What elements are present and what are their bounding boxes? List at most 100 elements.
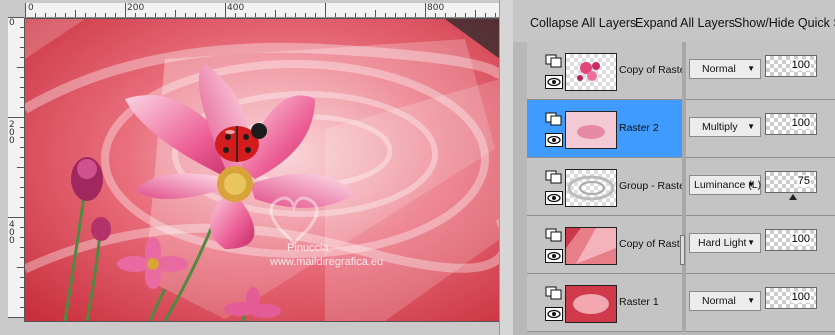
ruler-tick [215,13,216,17]
chevron-down-icon: ▼ [747,238,755,247]
blend-mode-select[interactable]: Multiply ▼ [689,117,761,137]
layer-group-icon[interactable] [545,112,563,126]
blend-mode-select[interactable]: Luminance (L) ▼ [689,175,761,195]
ruler-tick [115,13,116,17]
ruler-tick [385,13,386,17]
opacity-field[interactable]: 100 [765,229,817,251]
canvas-scroll-strip[interactable] [499,0,514,335]
layer-info[interactable]: Raster 2 [527,100,682,158]
ruler-tick [285,13,286,17]
ruler-tick [225,3,226,17]
ruler-tick [8,317,24,318]
layer-group-icon[interactable] [545,54,563,68]
layer-row[interactable]: Group - Raster 2 Luminance (L) ▼ 75 [513,158,835,216]
layers-toolbar: Collapse All Layers Expand All Layers Sh… [513,0,835,42]
opacity-value: 100 [790,233,811,245]
ruler-tick [375,10,376,17]
image-canvas[interactable]: Pinuccia www.maildiregrafica.eu [24,18,501,322]
layer-settings: Normal ▼ 100 [686,274,835,332]
ruler-label: 400 [227,3,245,13]
layer-thumbnail [565,227,617,265]
blend-mode-select[interactable]: Hard Light ▼ [689,233,761,253]
visibility-eye-icon[interactable] [545,249,563,263]
layer-thumbnail [565,285,617,323]
ruler-tick [155,13,156,17]
ruler-tick [305,13,306,17]
ruler-tick [465,13,466,17]
layer-row[interactable]: Raster 2 Multiply ▼ 100 [513,100,835,158]
vertical-ruler: 0 200 400 [8,17,25,318]
layer-group-icon[interactable] [545,228,563,242]
layers-panel: Collapse All Layers Expand All Layers Sh… [513,0,835,335]
opacity-value: 100 [790,117,811,129]
ruler-tick [255,13,256,17]
collapse-all-layers-button[interactable]: Collapse All Layers [530,16,636,30]
expand-all-layers-button[interactable]: Expand All Layers [635,16,735,30]
ruler-label: 0 [9,18,15,28]
opacity-field[interactable]: 100 [765,113,817,135]
ruler-tick [175,10,176,17]
ruler-tick [325,3,326,17]
ruler-tick [435,13,436,17]
ruler-tick [8,217,24,218]
layer-settings: Multiply ▼ 100 [686,100,835,158]
chevron-down-icon: ▼ [747,64,755,73]
ruler-tick [75,10,76,17]
opacity-field[interactable]: 100 [765,55,817,77]
ruler-tick [55,13,56,17]
opacity-value: 75 [796,175,811,187]
show-hide-quick-settings-button[interactable]: Show/Hide Quick Se [734,16,835,30]
ruler-tick [345,13,346,17]
blend-mode-select[interactable]: Normal ▼ [689,59,761,79]
blend-mode-select[interactable]: Normal ▼ [689,291,761,311]
watermark-line1: Pinuccia [287,242,329,254]
ruler-tick [205,13,206,17]
ruler-tick [405,13,406,17]
ruler-label: 200 [127,3,145,13]
layer-settings: Luminance (L) ▼ 75 [686,158,835,216]
ruler-tick [65,13,66,17]
ruler-tick [195,13,196,17]
chevron-down-icon: ▼ [747,122,755,131]
layer-group-icon[interactable] [545,170,563,184]
ruler-tick [25,3,26,17]
ruler-tick [135,13,136,17]
layer-thumbnail [565,169,617,207]
opacity-value: 100 [790,59,811,71]
layer-name: Raster 1 [619,296,659,308]
ruler-tick [105,13,106,17]
ruler-tick [475,10,476,17]
ruler-label: 0 [28,3,34,13]
ruler-tick [425,3,426,17]
ruler-tick [495,13,496,17]
opacity-field[interactable]: 100 [765,287,817,309]
layer-info[interactable]: Copy of Raster 1 [527,216,698,274]
ruler-label: 800 [427,3,445,13]
layer-info[interactable]: Raster 1 [527,274,682,332]
layer-info[interactable]: Group - Raster 2 [527,158,697,216]
ruler-tick [17,167,24,168]
layer-info[interactable]: Copy of Raster 2 [527,42,698,100]
expand-tab-handle[interactable] [680,235,685,265]
opacity-value: 100 [790,291,811,303]
ruler-tick [165,13,166,17]
layer-row[interactable]: Raster 1 Normal ▼ 100 [513,274,835,332]
watermark-line2: www.maildiregrafica.eu [269,256,383,268]
opacity-slider-arrow-icon[interactable] [789,194,797,200]
ruler-tick [485,13,486,17]
visibility-eye-icon[interactable] [545,75,563,89]
blend-mode-value: Normal [702,295,736,307]
ruler-label: 200 [9,120,15,146]
visibility-eye-icon[interactable] [545,307,563,321]
ruler-tick [17,67,24,68]
visibility-eye-icon[interactable] [545,133,563,147]
opacity-field[interactable]: 75 [765,171,817,193]
layer-row[interactable]: Copy of Raster 2 Normal ▼ 100 [513,42,835,100]
layer-thumbnail [565,111,617,149]
layer-row[interactable]: Copy of Raster 1 Hard Light ▼ 100 [513,216,835,274]
ruler-tick [335,13,336,17]
visibility-eye-icon[interactable] [545,191,563,205]
ruler-tick [445,13,446,17]
layer-group-icon[interactable] [545,286,563,300]
layer-settings: Hard Light ▼ 100 [686,216,835,274]
